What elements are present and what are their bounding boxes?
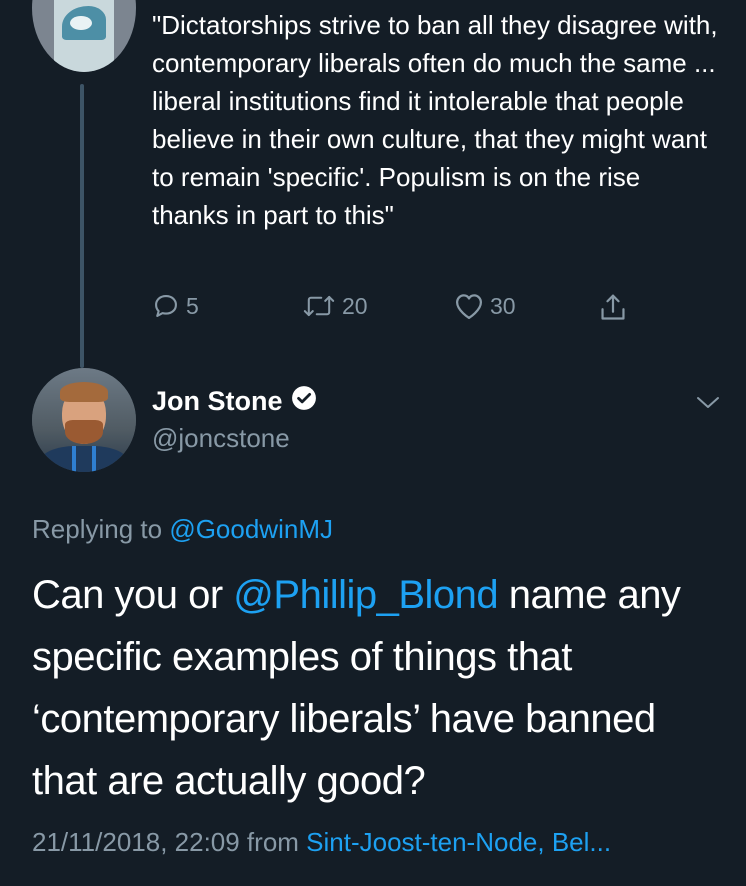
avatar-beard <box>65 420 103 444</box>
share-button[interactable] <box>598 292 628 324</box>
parent-tweet-actions: 5 20 30 <box>152 292 652 332</box>
tweet-location-link[interactable]: Sint-Joost-ten-Node, Bel... <box>306 827 611 857</box>
heart-icon <box>454 292 484 320</box>
like-button[interactable]: 30 <box>454 292 516 320</box>
reply-count: 5 <box>186 292 199 319</box>
parent-tweet-text: "Dictatorships strive to ban all they di… <box>152 10 718 230</box>
display-name-text: Jon Stone <box>152 386 283 416</box>
like-count: 30 <box>490 292 516 319</box>
body-mention-link[interactable]: @Phillip_Blond <box>233 573 498 617</box>
avatar-hair <box>60 382 108 402</box>
thread-connector-line <box>80 84 84 368</box>
replying-to-label: Replying to <box>32 514 163 544</box>
retweet-count: 20 <box>342 292 368 319</box>
tweet-body-part-1: Can you or <box>32 573 234 617</box>
replying-to-mention-link[interactable]: @GoodwinMJ <box>169 514 333 544</box>
chevron-down-icon[interactable] <box>694 392 722 417</box>
avatar-lanyard <box>72 446 96 472</box>
reply-button[interactable]: 5 <box>152 292 199 320</box>
reply-icon <box>152 292 180 320</box>
share-icon <box>598 292 628 324</box>
user-avatar[interactable] <box>32 368 136 472</box>
parent-avatar[interactable] <box>32 0 136 72</box>
user-display-name[interactable]: Jon Stone <box>152 385 317 418</box>
retweet-icon <box>302 292 336 320</box>
tweet-timestamp: 21/11/2018, 22:09 from <box>32 827 307 857</box>
retweet-button[interactable]: 20 <box>302 292 368 320</box>
tweet-thread-screen: "Dictatorships strive to ban all they di… <box>0 0 746 886</box>
verified-badge-icon <box>291 385 317 418</box>
tweet-body-text: Can you or @Phillip_Blond name any speci… <box>32 564 722 812</box>
replying-to-line: Replying to @GoodwinMJ <box>32 514 333 545</box>
tweet-meta-line: 21/11/2018, 22:09 from Sint-Joost-ten-No… <box>32 827 611 858</box>
user-handle[interactable]: @joncstone <box>152 423 290 454</box>
wave-crest-graphic <box>70 16 92 30</box>
